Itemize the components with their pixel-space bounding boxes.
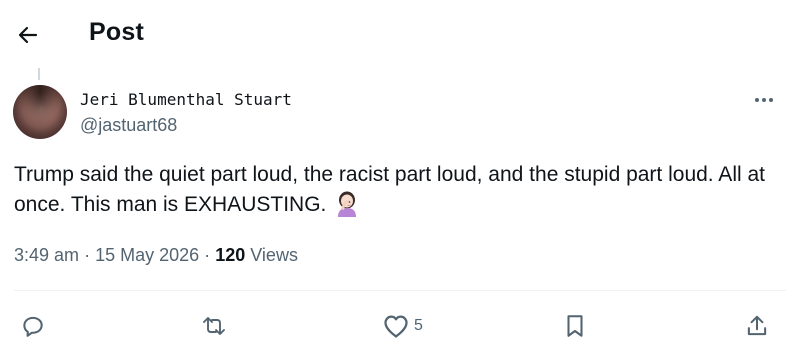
- avatar[interactable]: [13, 85, 67, 139]
- retweet-button[interactable]: [200, 311, 228, 341]
- bookmark-button[interactable]: [563, 311, 587, 341]
- views-label: Views: [250, 245, 298, 265]
- tweet-text: Trump said the quiet part loud, the raci…: [14, 160, 784, 226]
- page-title: Post: [89, 18, 144, 46]
- tweet-text-content: Trump said the quiet part loud, the raci…: [14, 163, 765, 216]
- tweet-time[interactable]: 3:49 am: [14, 245, 79, 265]
- arrow-left-icon: [18, 26, 38, 44]
- share-button[interactable]: [744, 311, 770, 341]
- author-display-name[interactable]: Jeri Blumenthal Stuart: [80, 90, 292, 109]
- bookmark-icon: [567, 315, 583, 337]
- like-count: 5: [414, 317, 423, 334]
- like-button[interactable]: 5: [382, 311, 423, 341]
- more-options-button[interactable]: [748, 88, 780, 112]
- more-dot-icon: [769, 98, 773, 102]
- back-button[interactable]: [10, 17, 46, 53]
- share-icon: [747, 315, 767, 336]
- meta-separator: ·: [204, 245, 211, 265]
- thread-connector-line: [38, 68, 40, 80]
- views-count: 120: [215, 245, 246, 265]
- author-handle[interactable]: @jastuart68: [80, 115, 177, 136]
- heart-icon: [384, 315, 408, 338]
- more-dot-icon: [762, 98, 766, 102]
- tweet-metadata: 3:49 am · 15 May 2026 · 120 Views: [14, 245, 298, 266]
- more-dot-icon: [755, 98, 759, 102]
- reply-button[interactable]: [20, 311, 46, 341]
- meta-separator: ·: [84, 245, 91, 265]
- retweet-icon: [203, 317, 225, 335]
- tweet-date[interactable]: 15 May 2026: [95, 245, 199, 265]
- divider: [14, 290, 786, 291]
- reply-icon: [23, 316, 43, 337]
- woman-facepalming-emoji-icon: [336, 191, 358, 226]
